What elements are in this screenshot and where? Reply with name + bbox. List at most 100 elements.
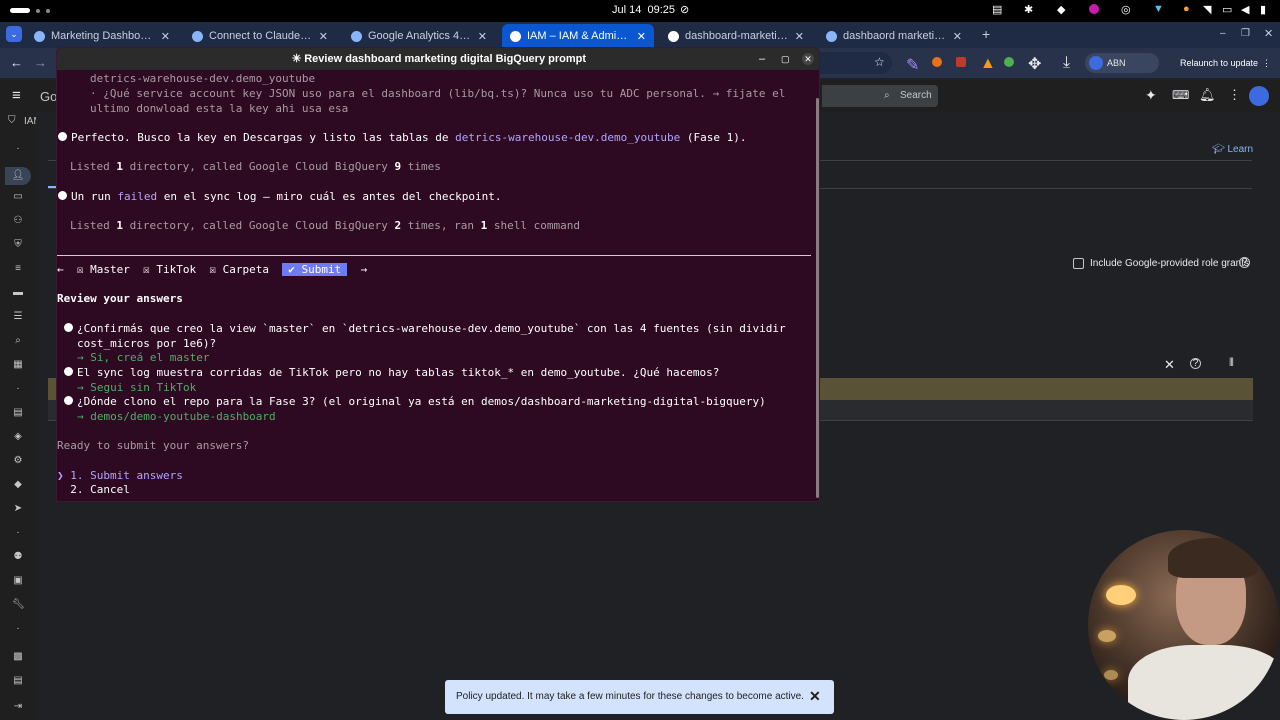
tab-google-analytics[interactable]: Google Analytics 4 - Traf ✕ xyxy=(343,24,495,48)
nav-groups-icon[interactable]: ⚇ xyxy=(12,216,24,226)
clock[interactable]: Jul 14 09:25 xyxy=(612,4,675,16)
nav-dot-icon[interactable]: · xyxy=(12,384,24,394)
nav-audit-icon[interactable]: ▣ xyxy=(12,576,24,586)
menu-kebab-icon[interactable]: ⋮ xyxy=(1262,53,1271,73)
submit-answers-option[interactable]: ❯ 1. Submit answers xyxy=(57,469,183,484)
new-tab-button[interactable]: + xyxy=(982,26,990,42)
close-tab-icon[interactable]: ✕ xyxy=(478,30,487,43)
workspace-dot[interactable] xyxy=(46,9,50,13)
tab-connect-claude[interactable]: Connect to Claude - Det ✕ xyxy=(184,24,336,48)
nav-document-icon[interactable]: ▤ xyxy=(12,408,24,418)
nav-dot-icon[interactable]: · xyxy=(12,624,24,634)
nav-tag-icon[interactable]: ◈ xyxy=(12,432,24,442)
table-help-icon[interactable]: ? xyxy=(1190,358,1201,369)
account-avatar[interactable] xyxy=(1249,86,1269,106)
back-icon[interactable]: ← xyxy=(10,55,23,70)
nav-identity-icon[interactable]: ▭ xyxy=(12,192,24,202)
nav-users-icon[interactable]: ⚉ xyxy=(12,552,24,562)
terminal-maximize-icon[interactable]: ▢ xyxy=(781,48,790,70)
nav-tab-master[interactable]: ☒ Master xyxy=(77,263,130,276)
close-tab-icon[interactable]: ✕ xyxy=(953,30,962,43)
nav-dot-icon[interactable]: · xyxy=(12,144,24,154)
nav-iam-people-icon[interactable]: 👤︎ xyxy=(5,167,31,185)
tray-slack-icon[interactable]: ✱ xyxy=(1024,3,1033,16)
dnd-icon[interactable]: ⊘ xyxy=(680,3,689,16)
cloud-shell-icon[interactable]: ⌨ xyxy=(1172,88,1189,102)
gemini-spark-icon[interactable]: ✦ xyxy=(1145,87,1157,104)
wifi-icon[interactable]: ◥ xyxy=(1203,3,1211,16)
terminal-scrollbar[interactable] xyxy=(816,98,819,498)
cancel-option[interactable]: 2. Cancel xyxy=(57,483,130,498)
forward-icon[interactable]: → xyxy=(34,55,47,70)
close-panel-icon[interactable]: ✕ xyxy=(1164,357,1175,373)
google-cloud-logo[interactable]: Go xyxy=(40,89,57,104)
close-tab-icon[interactable]: ✕ xyxy=(319,30,328,43)
nav-release-notes-icon[interactable]: ▤ xyxy=(12,676,24,686)
nav-tab-tiktok[interactable]: ☒ TikTok xyxy=(143,263,196,276)
hamburger-menu-icon[interactable]: ≡ xyxy=(12,87,21,104)
volume-icon[interactable]: ◀ xyxy=(1241,3,1249,16)
close-tab-icon[interactable]: ✕ xyxy=(161,30,170,43)
close-tab-icon[interactable]: ✕ xyxy=(795,30,804,43)
tab-dashbaord-youtube[interactable]: dashbaord marketing yo ✕ xyxy=(818,24,970,48)
gcp-kebab-menu-icon[interactable]: ⋮ xyxy=(1228,87,1241,103)
search-button[interactable]: ⌕ Search xyxy=(822,85,938,107)
workspace-indicator[interactable] xyxy=(10,8,30,13)
nav-marketplace-icon[interactable]: ▩ xyxy=(12,652,24,662)
terminal-close-icon[interactable]: ✕ xyxy=(802,53,814,65)
column-display-icon[interactable]: ⦀ xyxy=(1229,357,1234,370)
collapse-nav-icon[interactable]: ⇥ xyxy=(12,702,24,712)
close-tab-icon[interactable]: ✕ xyxy=(637,30,646,43)
url-bar[interactable]: ☆ xyxy=(820,52,892,74)
battery-icon[interactable]: ▮ xyxy=(1260,3,1266,16)
nav-arrow-icon[interactable]: ➤ xyxy=(12,504,24,514)
nav-card-icon[interactable]: ▬ xyxy=(12,288,24,298)
nav-label-icon[interactable]: ◆ xyxy=(12,480,24,490)
iam-shield-icon[interactable]: ⛉ xyxy=(8,115,16,126)
tray-vpn-icon[interactable]: ▼ xyxy=(1153,3,1164,15)
tray-app2-icon[interactable] xyxy=(1089,4,1099,14)
nav-search-icon[interactable]: ⌕ xyxy=(12,336,24,346)
tab-search-button[interactable]: ⌄ xyxy=(6,26,22,42)
nav-wrench-icon[interactable]: 🔧︎ xyxy=(12,600,25,610)
tab-iam-admin[interactable]: IAM – IAM & Admin – det ✕ xyxy=(502,24,654,48)
tab-marketing-dashboard[interactable]: Marketing Dashboard — ✕ xyxy=(26,24,178,48)
close-window-icon[interactable]: ✕ xyxy=(1264,27,1273,40)
include-google-grants-checkbox[interactable] xyxy=(1073,258,1084,269)
tray-app-icon[interactable]: ◆ xyxy=(1057,3,1065,16)
tray-chrome-icon[interactable]: ◎ xyxy=(1121,3,1131,16)
terminal-window[interactable]: ✳ Review dashboard marketing digital Big… xyxy=(56,47,820,502)
nav-tab-submit[interactable]: ✔ Submit xyxy=(282,263,348,276)
nav-grid-icon[interactable]: ▦ xyxy=(12,360,24,370)
workspace-dot[interactable] xyxy=(36,9,40,13)
terminal-minimize-icon[interactable]: – xyxy=(759,48,765,70)
nav-prev-arrow[interactable]: ← xyxy=(57,263,64,276)
tab-github-dashboard[interactable]: dashboard-marketing-di ✕ xyxy=(660,24,812,48)
learn-button[interactable]: 🎓︎ Learn xyxy=(1212,144,1253,155)
nav-dot-icon[interactable]: · xyxy=(12,528,24,538)
nav-database-icon[interactable]: ≡ xyxy=(12,264,24,274)
terminal-title-bar[interactable]: ✳ Review dashboard marketing digital Big… xyxy=(57,48,819,70)
extension-pen-icon[interactable]: ✎ xyxy=(906,55,919,75)
nav-list-icon[interactable]: ☰ xyxy=(12,312,24,322)
nav-settings-gear-icon[interactable]: ⚙ xyxy=(12,456,24,466)
notifications-bell-icon[interactable]: 🔔︎ xyxy=(1199,87,1216,103)
toast-close-icon[interactable]: ✕ xyxy=(809,688,821,705)
maximize-window-icon[interactable]: ❐ xyxy=(1241,28,1250,39)
tray-clipboard-icon[interactable]: ▤ xyxy=(992,3,1002,16)
relaunch-button[interactable]: Relaunch to update ⋮ xyxy=(1172,53,1272,73)
microphone-icon[interactable]: ● xyxy=(1183,3,1190,15)
network-icon[interactable]: ▭ xyxy=(1222,3,1232,16)
nav-security-shield-icon[interactable]: ⛨ xyxy=(12,240,24,250)
bookmark-star-icon[interactable]: ☆ xyxy=(874,55,885,69)
extension-red-icon[interactable] xyxy=(956,57,966,67)
nav-next-arrow[interactable]: → xyxy=(360,263,367,276)
nav-tab-carpeta[interactable]: ☒ Carpeta xyxy=(209,263,269,276)
extension-flame-icon[interactable]: ▲ xyxy=(980,55,996,73)
extension-orange-icon[interactable] xyxy=(932,57,942,67)
extensions-puzzle-icon[interactable]: ✥ xyxy=(1028,54,1041,74)
download-icon[interactable]: ⤓ xyxy=(1063,54,1070,72)
help-icon[interactable]: ? xyxy=(1239,257,1250,268)
minimize-window-icon[interactable]: – xyxy=(1220,28,1226,39)
extension-chrome-icon[interactable] xyxy=(1004,57,1014,67)
